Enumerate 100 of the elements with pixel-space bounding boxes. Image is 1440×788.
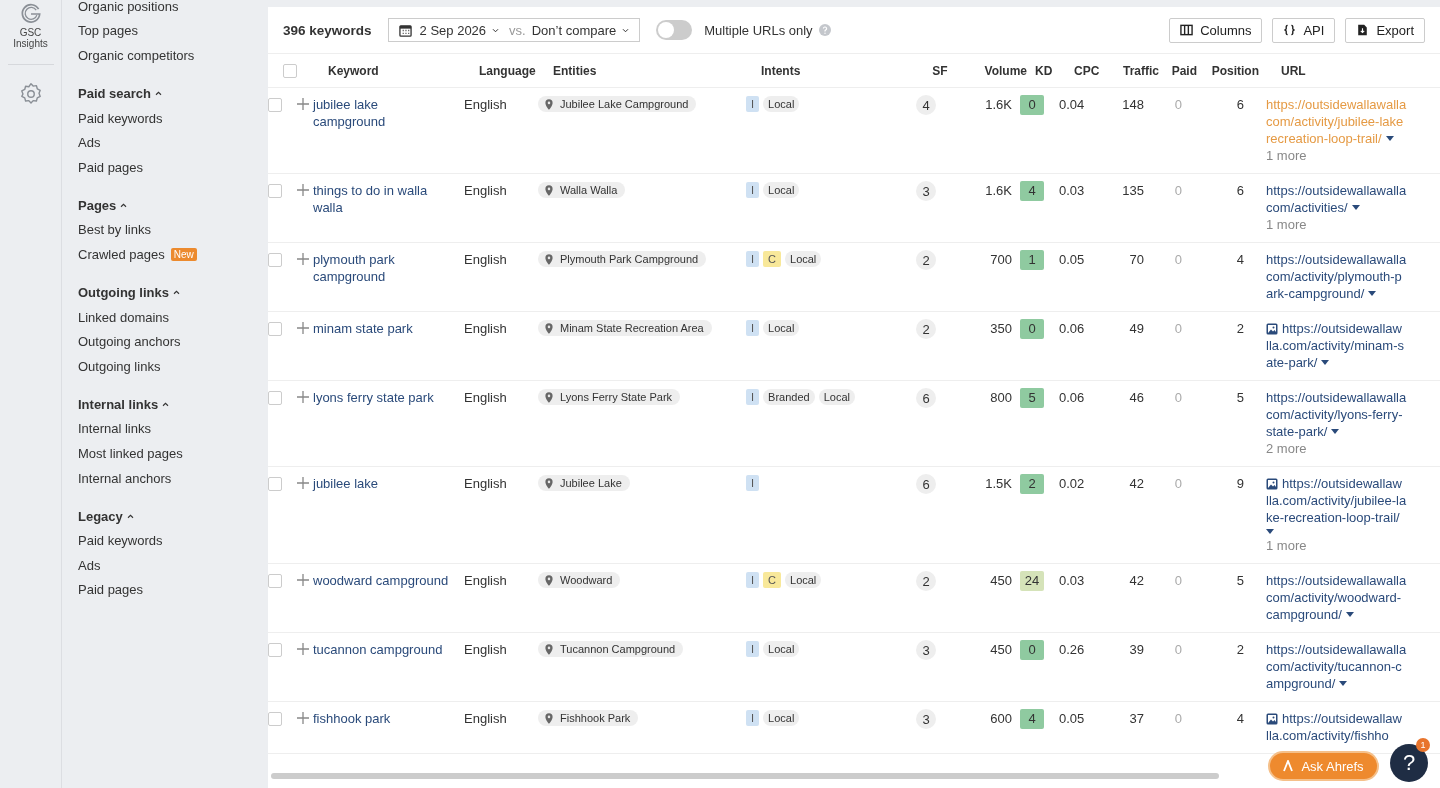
- sidebar-item[interactable]: Crawled pages: [78, 246, 165, 262]
- caret-down-icon[interactable]: [1339, 681, 1348, 686]
- sidebar-item[interactable]: Internal anchors: [78, 470, 172, 486]
- date-value[interactable]: 2 Sep 2026: [419, 22, 487, 38]
- keyword-link[interactable]: minam state park: [313, 320, 464, 337]
- toolbar-button[interactable]: Export: [1345, 17, 1425, 43]
- sidebar-item[interactable]: Ads: [78, 135, 101, 151]
- url-link[interactable]: lla.com/activity/minam-s: [1266, 337, 1404, 354]
- url-link[interactable]: lla.com/activity/jubilee-la: [1266, 492, 1407, 509]
- more-urls-link[interactable]: 1 more: [1266, 148, 1307, 163]
- column-header[interactable]: Entities: [553, 63, 761, 78]
- section-heading[interactable]: Pages: [78, 198, 117, 214]
- row-checkbox[interactable]: [268, 712, 282, 726]
- compare-value[interactable]: Don’t compare: [531, 22, 617, 38]
- keyword-link[interactable]: jubilee lake: [313, 475, 464, 492]
- url-link[interactable]: com/activity/tucannon-c: [1266, 658, 1402, 675]
- sidebar-item[interactable]: Organic competitors: [78, 48, 195, 63]
- column-header[interactable]: Position: [1197, 63, 1259, 78]
- url-link[interactable]: com/activity/woodward-: [1266, 589, 1402, 606]
- keyword-link[interactable]: tucannon campground: [313, 641, 464, 658]
- row-checkbox[interactable]: [268, 574, 282, 588]
- row-checkbox[interactable]: [268, 98, 282, 112]
- sidebar-item[interactable]: Organic positions: [78, 0, 179, 14]
- column-header[interactable]: Intents: [761, 63, 929, 78]
- more-urls-link[interactable]: 2 more: [1266, 441, 1307, 456]
- caret-icon[interactable]: [162, 402, 170, 408]
- url-link[interactable]: ate-park/: [1266, 354, 1318, 371]
- url-link[interactable]: ampground/: [1266, 675, 1336, 692]
- keyword-link[interactable]: things to do in walla walla: [313, 182, 464, 216]
- toolbar-button[interactable]: Columns: [1169, 17, 1263, 43]
- column-header[interactable]: Paid: [1159, 63, 1197, 78]
- date-selector[interactable]: 2 Sep 2026 vs. Don’t compare: [387, 18, 641, 42]
- more-urls-link[interactable]: 1 more: [1266, 217, 1307, 232]
- column-header[interactable]: Traffic: [1110, 63, 1159, 78]
- sidebar-item[interactable]: Outgoing links: [78, 358, 161, 374]
- select-all-checkbox[interactable]: [283, 63, 297, 78]
- plus-icon[interactable]: [297, 98, 309, 110]
- column-header[interactable]: CPC: [1065, 63, 1110, 78]
- plus-icon[interactable]: [297, 477, 309, 489]
- plus-icon[interactable]: [297, 322, 309, 334]
- sidebar-item[interactable]: Ads: [78, 557, 101, 573]
- url-link[interactable]: ark-campground/: [1266, 285, 1365, 302]
- app-label[interactable]: GSC Insights: [8, 27, 53, 49]
- plus-icon[interactable]: [297, 574, 309, 586]
- caret-down-icon[interactable]: [1321, 360, 1330, 365]
- sidebar-item[interactable]: Paid keywords: [78, 533, 163, 549]
- column-header[interactable]: SF: [929, 63, 961, 78]
- keyword-link[interactable]: plymouth park campground: [313, 251, 464, 285]
- sidebar-item[interactable]: Linked domains: [78, 309, 170, 325]
- caret-icon[interactable]: [155, 91, 162, 97]
- scrollbar-thumb[interactable]: [271, 773, 1219, 779]
- url-link[interactable]: https://outsidewallawalla: [1266, 572, 1407, 589]
- caret-icon[interactable]: [126, 513, 134, 519]
- url-link[interactable]: ke-recreation-loop-trail/: [1266, 509, 1400, 526]
- help-icon[interactable]: [818, 24, 831, 36]
- sidebar-item[interactable]: Internal links: [78, 421, 151, 437]
- url-link[interactable]: https://outsidewallawalla: [1266, 251, 1407, 268]
- row-checkbox[interactable]: [268, 322, 282, 336]
- url-link[interactable]: https://outsidewallaw: [1282, 320, 1402, 337]
- row-checkbox[interactable]: [268, 643, 282, 657]
- sidebar-item[interactable]: Paid pages: [78, 159, 144, 175]
- plus-icon[interactable]: [297, 253, 309, 265]
- row-checkbox[interactable]: [268, 477, 282, 491]
- sidebar-item[interactable]: Outgoing anchors: [78, 334, 181, 350]
- caret-down-icon[interactable]: [1351, 205, 1360, 210]
- sidebar-item[interactable]: Top pages: [78, 23, 138, 39]
- url-link[interactable]: com/activity/lyons-ferry-: [1266, 406, 1403, 423]
- url-link[interactable]: https://outsidewallawalla: [1266, 641, 1407, 658]
- column-header[interactable]: Volume: [961, 63, 1027, 78]
- caret-icon[interactable]: [120, 203, 128, 209]
- more-urls-link[interactable]: 1 more: [1266, 538, 1307, 553]
- plus-icon[interactable]: [297, 184, 309, 196]
- caret-down-icon[interactable]: [1385, 136, 1394, 141]
- url-link[interactable]: campground/: [1266, 606, 1342, 623]
- keyword-link[interactable]: jubilee lake campground: [313, 96, 464, 130]
- row-checkbox[interactable]: [268, 253, 282, 267]
- plus-icon[interactable]: [297, 712, 309, 724]
- sidebar-item[interactable]: Paid pages: [78, 582, 144, 598]
- url-link[interactable]: com/activities/: [1266, 199, 1348, 216]
- section-heading[interactable]: Outgoing links: [78, 285, 169, 301]
- column-header[interactable]: URL: [1259, 63, 1417, 78]
- keyword-link[interactable]: woodward campground: [313, 572, 464, 589]
- keyword-link[interactable]: lyons ferry state park: [313, 389, 464, 406]
- url-link[interactable]: state-park/: [1266, 423, 1328, 440]
- chevron-down-icon[interactable]: [622, 27, 630, 33]
- url-link[interactable]: lla.com/activity/fishho: [1266, 727, 1389, 744]
- url-link[interactable]: https://outsidewallawalla: [1266, 389, 1407, 406]
- sidebar-item[interactable]: Most linked pages: [78, 445, 183, 461]
- plus-icon[interactable]: [297, 391, 309, 403]
- column-header[interactable]: Keyword: [328, 63, 479, 78]
- caret-icon[interactable]: [173, 290, 180, 296]
- plus-icon[interactable]: [297, 643, 309, 655]
- caret-down-icon[interactable]: [1345, 612, 1354, 617]
- caret-down-icon[interactable]: [1331, 429, 1340, 434]
- sidebar-item[interactable]: Best by links: [78, 222, 151, 238]
- row-checkbox[interactable]: [268, 184, 282, 198]
- column-header[interactable]: Language: [479, 63, 553, 78]
- keyword-link[interactable]: fishhook park: [313, 710, 464, 727]
- caret-down-icon[interactable]: [1368, 291, 1377, 296]
- column-header[interactable]: KD: [1027, 63, 1065, 78]
